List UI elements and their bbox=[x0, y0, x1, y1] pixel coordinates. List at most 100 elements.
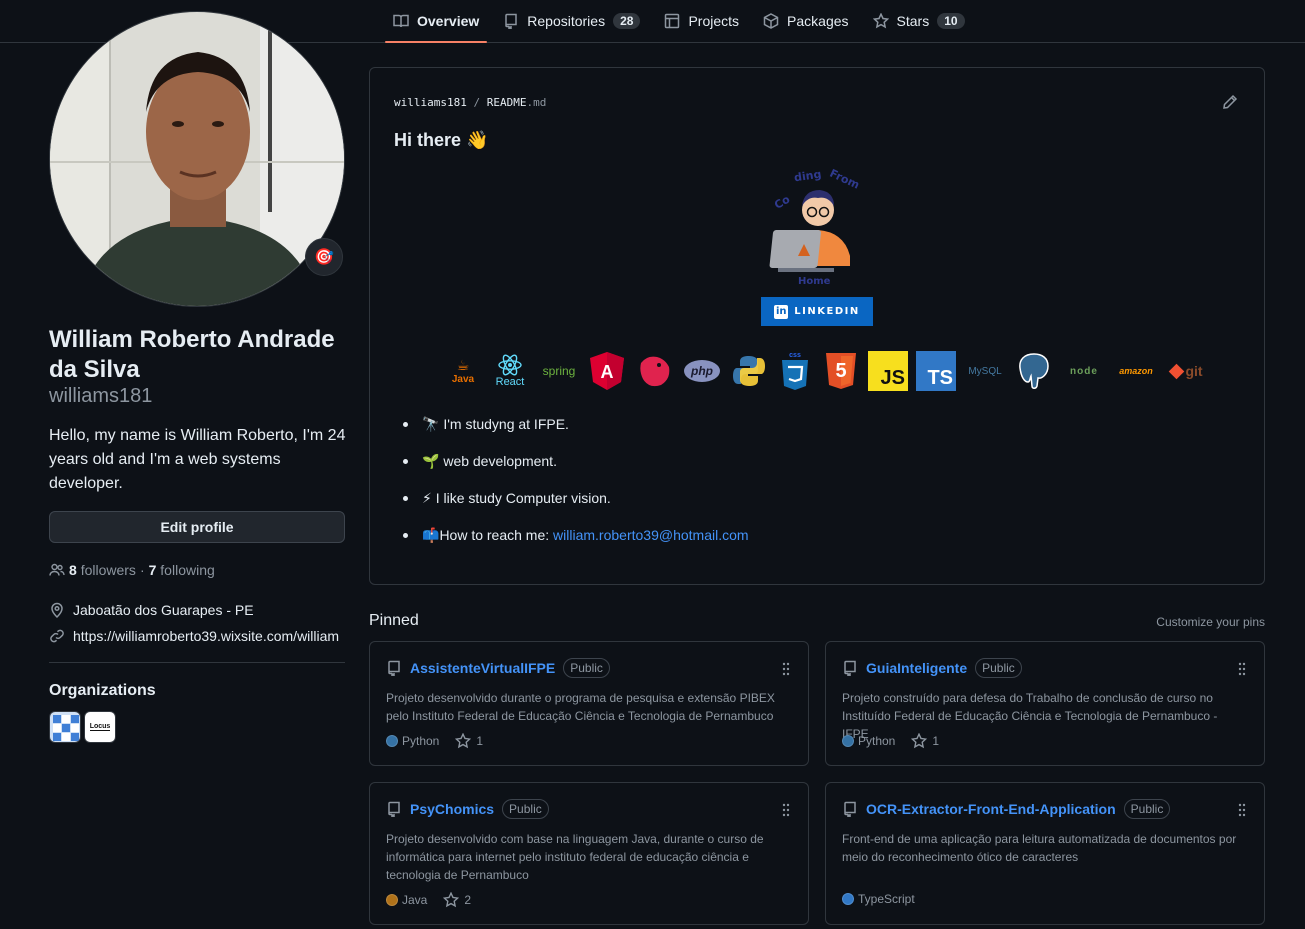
tab-packages[interactable]: Packages bbox=[755, 0, 856, 42]
repo-meta: Python 1 bbox=[842, 733, 939, 749]
drag-handle-icon[interactable] bbox=[1238, 662, 1246, 676]
star-icon bbox=[443, 892, 460, 908]
star-icon bbox=[911, 733, 928, 749]
profile-readme: williams181 / README.md Hi there 👋 Co di… bbox=[369, 67, 1265, 585]
drag-handle-icon[interactable] bbox=[1238, 803, 1246, 817]
followers-label: followers bbox=[80, 562, 136, 578]
repo-icon bbox=[844, 660, 856, 676]
organization-avatar-1[interactable] bbox=[49, 711, 81, 743]
status-badge[interactable]: 🎯 bbox=[305, 238, 343, 276]
readme-path-sep: / bbox=[473, 96, 481, 109]
repo-stars-link[interactable]: 2 bbox=[443, 892, 471, 908]
followers-link[interactable]: 8 followers bbox=[69, 562, 136, 578]
nestjs-icon: nest bbox=[634, 351, 674, 391]
repo-header: GuiaInteligente Public bbox=[842, 658, 1022, 678]
tech-label: git bbox=[1185, 363, 1203, 379]
star-count: 2 bbox=[464, 893, 472, 907]
tab-stars[interactable]: Stars 10 bbox=[865, 0, 973, 42]
tab-label: Packages bbox=[787, 13, 849, 29]
star-icon bbox=[455, 733, 472, 749]
follow-stats: 8 followers · 7 following bbox=[49, 562, 215, 578]
lightning-icon: ⚡ bbox=[422, 490, 432, 506]
tab-projects[interactable]: Projects bbox=[656, 0, 747, 42]
following-link[interactable]: 7 following bbox=[149, 562, 215, 578]
language-name: Python bbox=[402, 734, 440, 748]
repo-name-link[interactable]: GuiaInteligente bbox=[866, 660, 967, 676]
repo-meta: Java 2 bbox=[386, 892, 471, 908]
list-item: 📫How to reach me: william.roberto39@hotm… bbox=[403, 525, 749, 545]
bullet-text: How to reach me: bbox=[439, 527, 554, 543]
avatar[interactable] bbox=[49, 11, 345, 307]
mysql-icon: MySQL bbox=[964, 351, 1006, 391]
website-link[interactable]: https://williamroberto39.wixsite.com/wil… bbox=[73, 628, 339, 644]
tech-label: css bbox=[789, 351, 801, 359]
pinned-repo-card: GuiaInteligente Public Projeto construíd… bbox=[825, 641, 1265, 766]
pinned-repo-card: OCR-Extractor-Front-End-Application Publ… bbox=[825, 782, 1265, 925]
visibility-badge: Public bbox=[502, 799, 549, 819]
edit-profile-button[interactable]: Edit profile bbox=[49, 511, 345, 543]
repo-meta: Python 1 bbox=[386, 733, 483, 749]
repo-stars-link[interactable]: 1 bbox=[455, 733, 483, 749]
angular-icon: A bbox=[588, 351, 626, 391]
tab-label: Overview bbox=[417, 13, 480, 29]
seedling-icon: 🌱 bbox=[422, 453, 440, 469]
svg-text:From: From bbox=[828, 167, 862, 192]
repo-header: OCR-Extractor-Front-End-Application Publ… bbox=[842, 799, 1171, 819]
readme-path-file[interactable]: README bbox=[487, 96, 527, 109]
python-icon: python bbox=[730, 351, 768, 391]
nodejs-icon: node bbox=[1062, 351, 1106, 391]
tab-overview[interactable]: Overview bbox=[385, 0, 488, 43]
repo-description: Front-end de uma aplicação para leitura … bbox=[842, 832, 1237, 864]
customize-pins-link[interactable]: Customize your pins bbox=[1156, 615, 1265, 629]
visibility-badge: Public bbox=[1123, 799, 1171, 819]
readme-greeting: Hi there 👋 bbox=[394, 130, 489, 150]
organization-avatar-2[interactable]: Locus bbox=[84, 711, 116, 743]
linkedin-icon: in bbox=[774, 304, 789, 319]
repo-icon bbox=[388, 660, 400, 676]
drag-handle-icon[interactable] bbox=[782, 662, 790, 676]
readme-path-ext: .md bbox=[526, 96, 547, 109]
readme-path-user[interactable]: williams181 bbox=[394, 96, 467, 109]
stars-counter: 10 bbox=[937, 13, 965, 29]
repo-language: Python bbox=[386, 734, 439, 748]
edit-readme-button[interactable] bbox=[1222, 94, 1240, 112]
star-icon bbox=[872, 13, 889, 29]
website-row: https://williamroberto39.wixsite.com/wil… bbox=[49, 628, 349, 644]
svg-text:Co: Co bbox=[772, 192, 792, 211]
java-icon: ☕ Java bbox=[451, 357, 475, 385]
repo-name-link[interactable]: PsyChomics bbox=[410, 801, 494, 817]
book-icon bbox=[393, 14, 409, 28]
git-icon: git bbox=[1166, 351, 1208, 391]
repo-name-link[interactable]: AssistenteVirtualIFPE bbox=[410, 660, 555, 676]
repo-stars-link[interactable]: 1 bbox=[911, 733, 939, 749]
visibility-badge: Public bbox=[975, 658, 1022, 678]
tech-label: 5 bbox=[835, 359, 847, 382]
drag-handle-icon[interactable] bbox=[782, 803, 790, 817]
php-icon: php bbox=[682, 351, 722, 391]
bullet-text: I'm studyng at IFPE. bbox=[443, 416, 569, 432]
location-icon bbox=[51, 602, 63, 618]
profile-bio: Hello, my name is William Roberto, I'm 2… bbox=[49, 427, 346, 492]
star-count: 1 bbox=[476, 734, 484, 748]
repo-header: PsyChomics Public bbox=[386, 799, 549, 819]
list-item: ⚡ I like study Computer vision. bbox=[403, 488, 749, 508]
email-link[interactable]: william.roberto39@hotmail.com bbox=[553, 527, 749, 543]
link-icon bbox=[50, 629, 64, 643]
repo-icon bbox=[844, 801, 856, 817]
language-color-dot bbox=[386, 894, 398, 906]
postgresql-icon: postgres bbox=[1014, 351, 1054, 391]
tech-label: Java bbox=[451, 374, 475, 385]
tab-label: Stars bbox=[896, 13, 930, 29]
follow-separator: · bbox=[139, 562, 145, 578]
status-emoji: 🎯 bbox=[314, 249, 334, 266]
profile-username: williams181 bbox=[49, 385, 153, 407]
pinned-repo-card: PsyChomics Public Projeto desenvolvido c… bbox=[369, 782, 809, 925]
linkedin-badge[interactable]: in LINKEDIN bbox=[761, 297, 873, 326]
tab-repositories[interactable]: Repositories 28 bbox=[495, 0, 648, 42]
tech-label: React bbox=[495, 376, 525, 388]
language-name: Python bbox=[858, 734, 896, 748]
pinned-repo-card: AssistenteVirtualIFPE Public Projeto des… bbox=[369, 641, 809, 766]
repo-icon bbox=[505, 13, 518, 29]
tech-label: TS bbox=[927, 367, 953, 389]
repo-name-link[interactable]: OCR-Extractor-Front-End-Application bbox=[866, 801, 1116, 817]
